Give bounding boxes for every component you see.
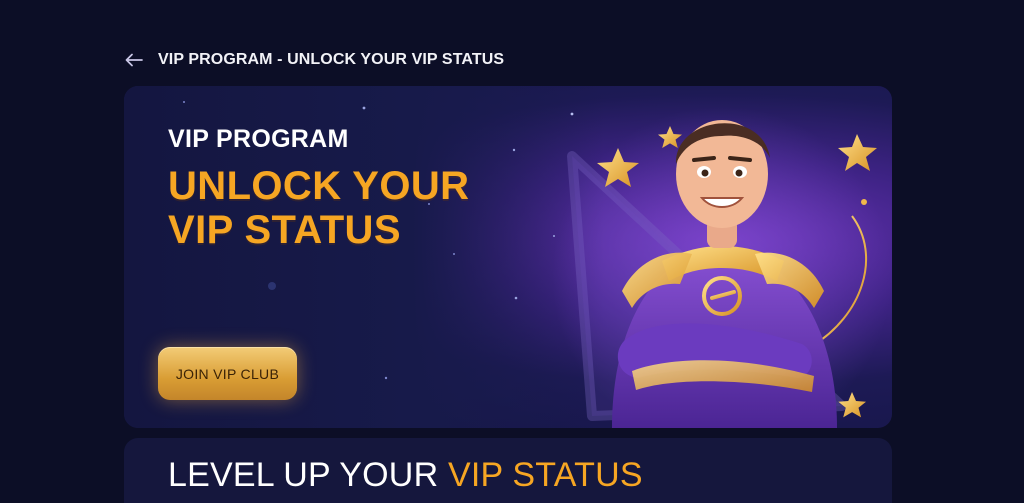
arrow-left-icon[interactable] — [124, 50, 144, 70]
hero-eyebrow: VIP PROGRAM — [168, 125, 349, 153]
vip-program-page: VIP PROGRAM - UNLOCK YOUR VIP STATUS VIP… — [0, 0, 1024, 503]
hero-headline-line-2: VIP STATUS — [168, 208, 401, 252]
level-up-section: LEVEL UP YOUR VIP STATUS — [124, 438, 892, 503]
hero-headline-line-1: UNLOCK YOUR — [168, 164, 470, 208]
section-heading: LEVEL UP YOUR VIP STATUS — [168, 456, 643, 495]
section-heading-gold: VIP STATUS — [447, 456, 643, 494]
hero-headline: UNLOCK YOUR VIP STATUS — [168, 164, 528, 252]
section-heading-white: LEVEL UP YOUR — [168, 456, 439, 494]
page-title: VIP PROGRAM - UNLOCK YOUR VIP STATUS — [158, 51, 505, 68]
vip-mascot-illustration — [552, 106, 892, 428]
join-vip-club-button[interactable]: JOIN VIP CLUB — [158, 347, 297, 400]
vip-hero-banner: VIP PROGRAM UNLOCK YOUR VIP STATUS JOIN … — [124, 86, 892, 428]
breadcrumb: VIP PROGRAM - UNLOCK YOUR VIP STATUS — [124, 47, 504, 73]
